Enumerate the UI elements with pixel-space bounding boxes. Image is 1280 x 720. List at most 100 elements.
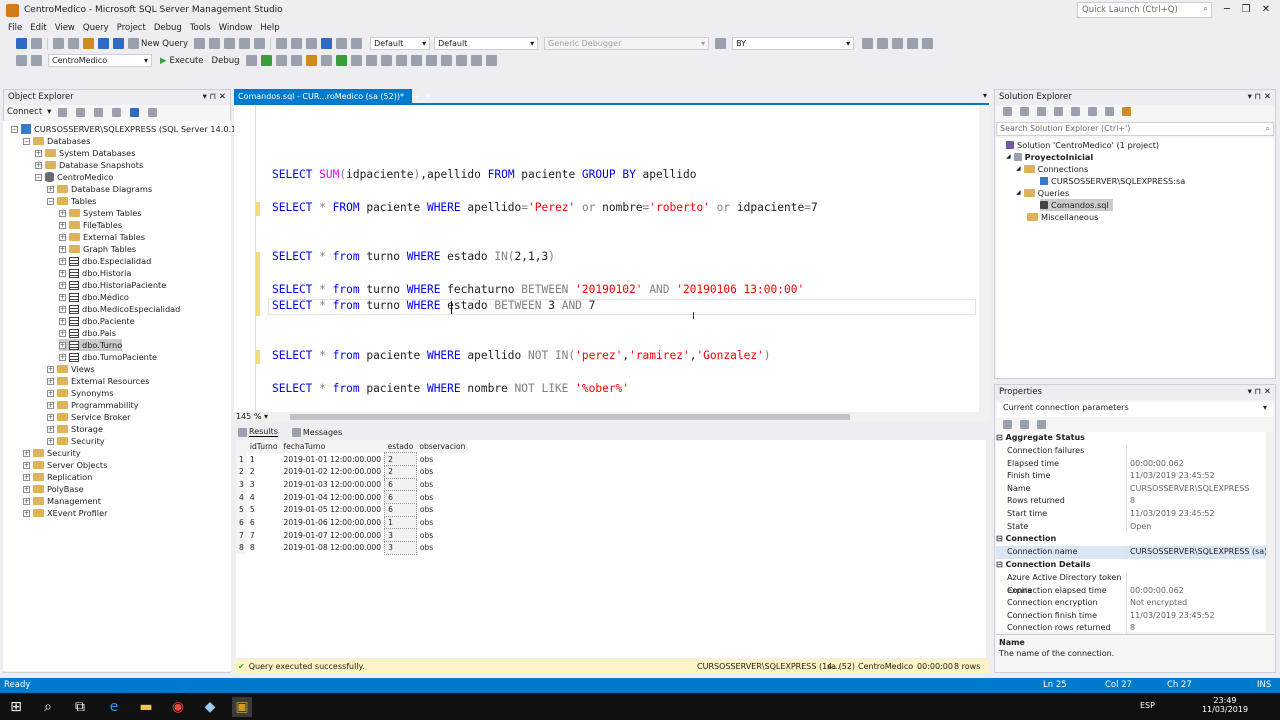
expand-icon[interactable]: + [23,449,30,457]
expand-icon[interactable]: + [47,425,54,433]
app-icon[interactable]: ◆ [200,697,220,717]
find-combo[interactable]: BY ▾ [732,37,855,50]
expand-icon[interactable]: + [23,485,30,493]
table-cell[interactable]: 6 [247,516,281,529]
table-cell[interactable]: 2 [384,452,417,466]
cancel-query-icon[interactable] [245,55,257,66]
tree-node[interactable]: + XEvent Profiler [23,507,108,519]
tree-node[interactable]: + dbo.HistoriaPaciente [59,279,166,291]
comment-icon[interactable] [410,55,422,66]
collapse-icon[interactable]: − [11,125,18,133]
specify-values-icon[interactable] [470,55,482,66]
tree-node[interactable]: + Database Snapshots [35,159,143,171]
row-number[interactable]: 1 [236,452,247,466]
table-cell[interactable]: 2019-01-02 12:00:00.000 [281,465,385,478]
row-number[interactable]: 7 [236,528,247,542]
table-cell[interactable]: obs [416,491,468,504]
expand-icon[interactable]: + [47,389,54,397]
connection-item[interactable]: CURSOSSERVER\SQLEXPRESS:sa [1040,175,1185,187]
table-cell[interactable]: 2019-01-04 12:00:00.000 [281,491,385,504]
debugger-select[interactable]: Generic Debugger ▾ [544,37,710,50]
category-aggregate-status[interactable]: ⊟ Aggregate Status [996,432,1268,445]
search-icon[interactable]: ⌕ [38,697,58,717]
menu-file[interactable]: File [8,21,22,35]
column-header[interactable]: observacion [416,440,469,453]
queries-node[interactable]: ◢ Queries [1016,187,1069,199]
property-row[interactable]: State Open [996,520,1268,534]
expand-icon[interactable]: + [23,461,30,469]
table-cell[interactable]: obs [416,542,468,555]
chrome-icon[interactable]: ◉ [168,697,188,717]
tree-node[interactable]: − Databases [23,135,90,147]
windows-start-icon[interactable]: ⊞ [6,697,26,717]
tree-node[interactable]: + dbo.Historia [59,267,131,279]
database-engine-query-icon[interactable] [194,38,206,49]
row-number[interactable]: 4 [236,490,247,504]
input-language[interactable]: ESP [1140,701,1155,710]
table-cell[interactable]: 2019-01-06 12:00:00.000 [281,516,385,529]
save-icon[interactable] [98,38,109,49]
collapse-icon[interactable]: ◢ [1016,163,1021,175]
expand-icon[interactable]: + [59,341,66,349]
collapse-icon[interactable]: ◢ [1006,151,1011,163]
table-row[interactable]: 2 2 2019-01-02 12:00:00.000 2 obs [236,464,468,479]
tree-node[interactable]: + Security [23,447,81,459]
home-icon[interactable] [1037,107,1046,116]
property-row[interactable]: Elapsed time 00:00:00.062 [996,457,1268,471]
tree-node[interactable]: + System Databases [35,147,135,159]
row-number[interactable]: 6 [236,516,247,529]
property-pages-icon[interactable] [1037,420,1046,429]
expand-icon[interactable]: + [47,365,54,373]
minimize-button[interactable]: ─ [1219,3,1235,17]
back-icon[interactable] [1003,107,1012,116]
forward-icon[interactable] [1020,107,1029,116]
table-cell[interactable]: 1 [384,515,417,530]
execute-icon[interactable]: ▶ [160,56,167,66]
object-explorer-icon[interactable] [892,38,904,49]
tree-node[interactable]: + Programmability [47,399,139,411]
tree-node[interactable]: + Database Diagrams [47,183,152,195]
expand-icon[interactable]: + [47,437,54,445]
tree-node[interactable]: + Graph Tables [59,243,136,255]
quick-launch-input[interactable]: Quick Launch (Ctrl+Q) ⌕ [1077,2,1212,18]
tree-node[interactable]: + Management [23,495,101,507]
panel-controls[interactable]: ▾ ⊓ ✕ [1248,387,1271,398]
editor-vertical-scrollbar[interactable] [979,105,989,415]
table-cell[interactable]: 1 [247,453,281,466]
table-cell[interactable]: 2019-01-07 12:00:00.000 [281,529,385,542]
query-file-item[interactable]: Comandos.sql [1040,199,1113,211]
property-row[interactable]: Name CURSOSSERVER\SQLEXPRESS [996,482,1268,496]
query-designer-icon[interactable] [290,55,302,66]
tree-node[interactable]: + External Resources [47,375,149,387]
table-cell[interactable]: 3 [247,478,281,491]
menu-query[interactable]: Query [83,21,109,35]
column-header[interactable]: estado [384,440,417,453]
uncomment-icon[interactable] [425,55,437,66]
intellisense-icon[interactable] [305,55,317,66]
tab-messages[interactable]: Messages [303,428,342,437]
table-row[interactable]: 8 8 2019-01-08 12:00:00.000 3 obs [236,541,468,555]
cut-icon[interactable] [276,38,288,49]
pending-changes-icon[interactable] [1054,107,1063,116]
property-row[interactable]: Connection finish time 11/03/2019 23:45:5… [996,609,1268,623]
table-row[interactable]: 3 3 2019-01-03 12:00:00.000 6 obs [236,477,468,492]
close-icon[interactable]: ✕ [425,92,432,101]
tree-node[interactable]: + FileTables [59,219,122,231]
connect-icon[interactable] [16,55,27,66]
menu-window[interactable]: Window [219,21,253,35]
undo-icon[interactable] [321,38,333,49]
expand-icon[interactable]: + [59,209,66,217]
expand-icon[interactable]: + [59,233,66,241]
table-cell[interactable]: 2019-01-01 12:00:00.000 [281,453,385,466]
table-cell[interactable]: obs [416,453,468,466]
menu-help[interactable]: Help [260,21,279,35]
table-row[interactable]: 5 5 2019-01-05 12:00:00.000 6 obs [236,502,468,517]
include-plan-icon[interactable] [320,55,332,66]
maximize-button[interactable]: ❐ [1238,3,1254,17]
tree-node[interactable]: + dbo.Especialidad [59,255,151,267]
table-cell[interactable]: 3 [384,541,417,555]
table-cell[interactable]: obs [416,465,468,478]
connections-node[interactable]: ◢ Connections [1016,163,1088,175]
solution-platform-select[interactable]: Default ▾ [434,37,539,50]
refresh-icon[interactable] [130,107,140,117]
